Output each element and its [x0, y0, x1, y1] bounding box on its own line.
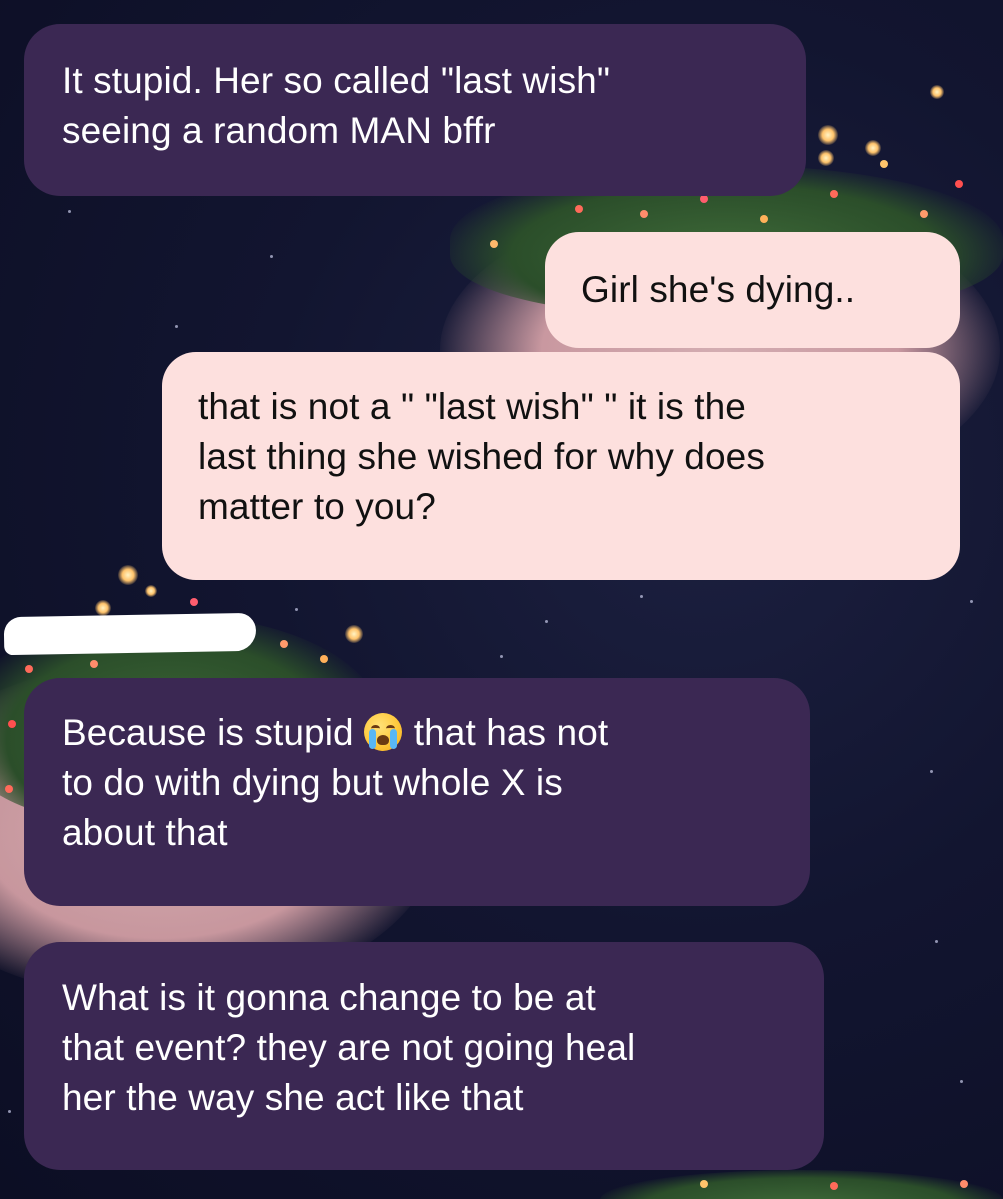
flower: [90, 660, 98, 668]
star: [295, 608, 298, 611]
redacted-sender-name: [3, 612, 257, 656]
flower: [5, 785, 13, 793]
flower: [575, 205, 583, 213]
message-text: about that: [62, 812, 228, 853]
flower: [700, 1180, 708, 1188]
star: [68, 210, 71, 213]
message-bubble-outgoing[interactable]: Girl she's dying..: [545, 232, 960, 348]
flower: [955, 180, 963, 188]
flower: [190, 598, 198, 606]
message-text: matter to you?: [198, 486, 436, 527]
message-bubble-outgoing[interactable]: that is not a " "last wish" " it is the …: [162, 352, 960, 580]
message-bubble-incoming[interactable]: Because is stupid that has not to do with…: [24, 678, 810, 906]
flower: [960, 1180, 968, 1188]
sparkle: [345, 625, 363, 643]
star: [960, 1080, 963, 1083]
message-text: What is it gonna change to be at: [62, 977, 596, 1018]
sparkle: [865, 140, 881, 156]
sparkle: [818, 150, 834, 166]
loudly-crying-face-icon: [363, 713, 402, 751]
flower: [280, 640, 288, 648]
message-bubble-incoming[interactable]: It stupid. Her so called "last wish" see…: [24, 24, 806, 196]
sparkle: [118, 565, 138, 585]
sparkle: [818, 125, 838, 145]
flower: [640, 210, 648, 218]
star: [500, 655, 503, 658]
message-text: seeing a random MAN bffr: [62, 110, 496, 151]
star: [545, 620, 548, 623]
star: [640, 595, 643, 598]
star: [935, 940, 938, 943]
message-text: her the way she act like that: [62, 1077, 524, 1118]
flower: [320, 655, 328, 663]
flower: [830, 190, 838, 198]
flower: [8, 720, 16, 728]
message-text-line: Because is stupid that has not: [62, 708, 810, 758]
message-text: last thing she wished for why does: [198, 436, 765, 477]
flower: [880, 160, 888, 168]
message-text: that is not a " "last wish" " it is the: [198, 386, 746, 427]
message-text: Because is stupid: [62, 712, 354, 753]
star: [930, 770, 933, 773]
wallpaper-grass: [600, 1170, 1003, 1199]
flower: [920, 210, 928, 218]
flower: [830, 1182, 838, 1190]
flower: [25, 665, 33, 673]
star: [8, 1110, 11, 1113]
sparkle: [930, 85, 944, 99]
sparkle: [145, 585, 157, 597]
message-bubble-incoming[interactable]: What is it gonna change to be at that ev…: [24, 942, 824, 1170]
star: [175, 325, 178, 328]
flower: [760, 215, 768, 223]
message-text: It stupid. Her so called "last wish": [62, 60, 611, 101]
message-text: that event? they are not going heal: [62, 1027, 636, 1068]
message-text: to do with dying but whole X is: [62, 762, 563, 803]
flower: [490, 240, 498, 248]
sparkle: [95, 600, 111, 616]
star: [270, 255, 273, 258]
message-text: that has not: [413, 712, 609, 753]
message-text: Girl she's dying..: [581, 269, 856, 310]
star: [970, 600, 973, 603]
flower: [700, 195, 708, 203]
